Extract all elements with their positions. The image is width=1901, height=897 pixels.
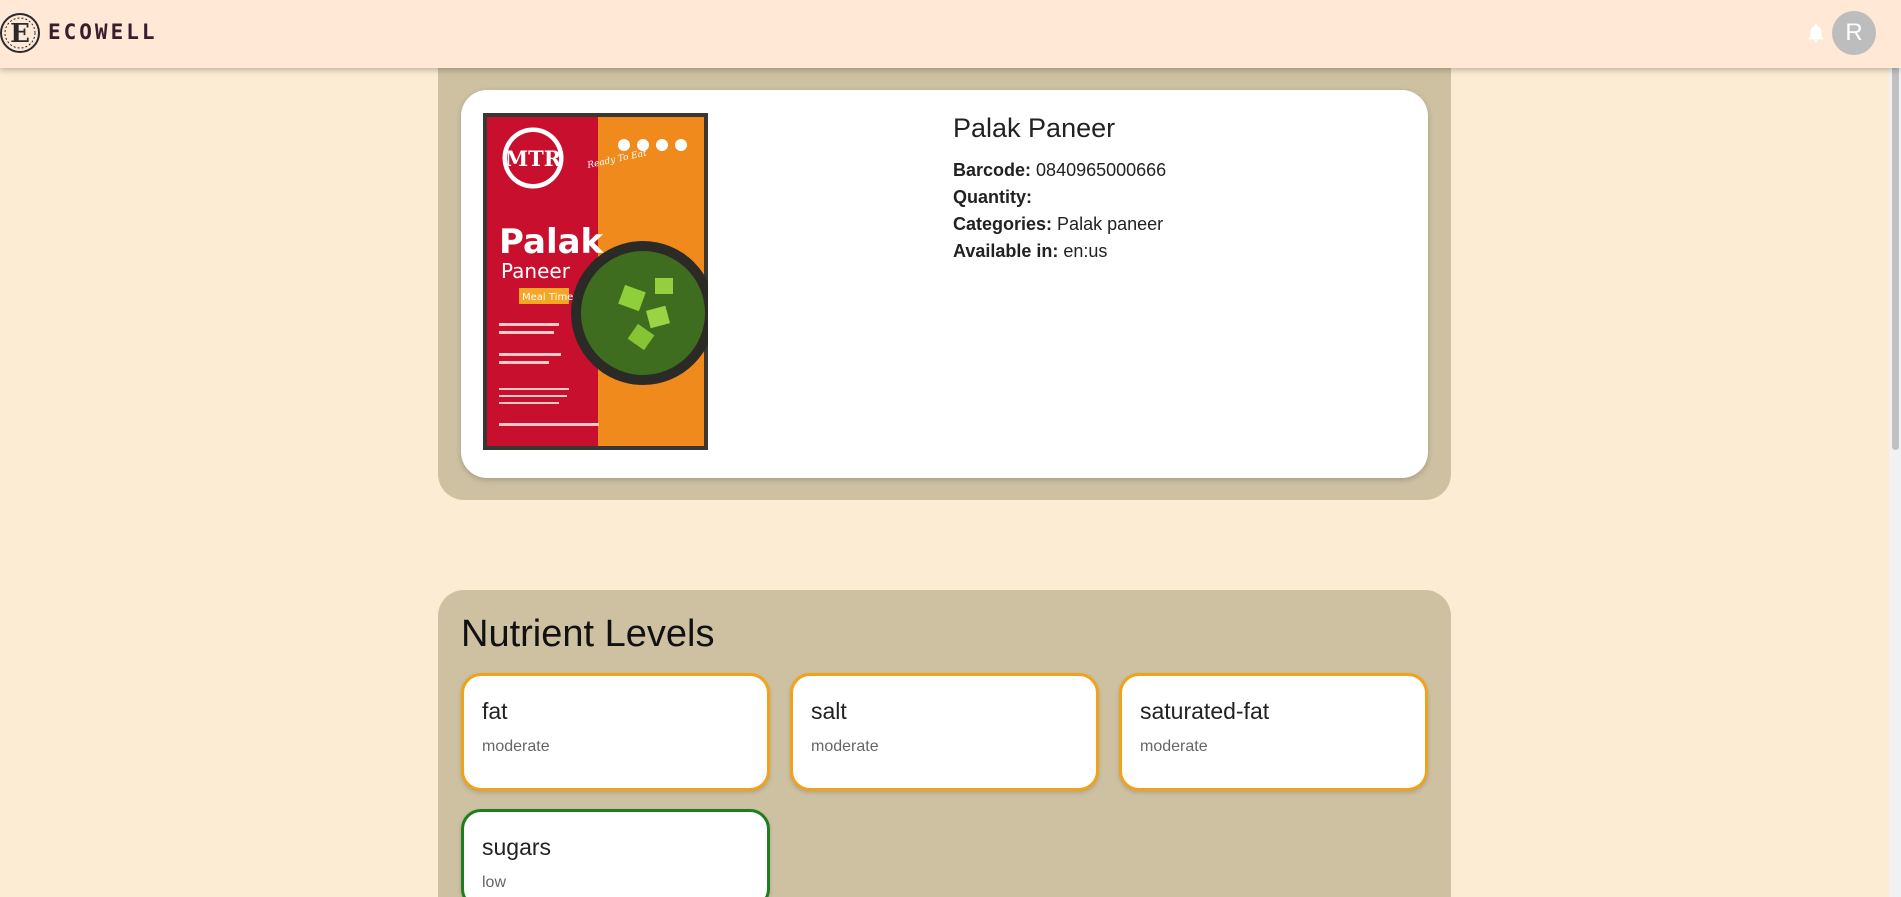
quantity-row: Quantity:	[953, 187, 1032, 208]
svg-text:Paneer: Paneer	[501, 259, 571, 283]
nutrient-name: saturated-fat	[1140, 698, 1270, 724]
brand-name[interactable]: ECOWELL	[48, 20, 158, 44]
nutrient-card-salt[interactable]: salt moderate	[790, 673, 1099, 791]
top-app-bar: E ECOWELL R	[0, 0, 1901, 68]
available-value: en:us	[1063, 241, 1108, 261]
categories-label: Categories:	[953, 214, 1053, 234]
svg-text:E: E	[10, 19, 30, 49]
nutrient-level: low	[482, 874, 507, 891]
svg-text:Palak: Palak	[499, 222, 605, 262]
nutrient-card-saturated-fat[interactable]: saturated-fat moderate	[1119, 673, 1428, 791]
nutrient-name: sugars	[482, 834, 552, 860]
quantity-label: Quantity:	[953, 187, 1032, 207]
scrollbar-thumb[interactable]	[1892, 30, 1899, 450]
svg-text:Meal Time: Meal Time	[522, 292, 573, 303]
categories-row: Categories: Palak paneer	[953, 214, 1163, 235]
barcode-value: 0840965000666	[1036, 160, 1167, 180]
nutrient-level: moderate	[482, 738, 550, 755]
nutrient-level: moderate	[811, 738, 879, 755]
available-row: Available in: en:us	[953, 241, 1107, 262]
user-avatar[interactable]: R	[1832, 11, 1876, 55]
notification-bell-icon[interactable]	[1805, 22, 1827, 44]
nutrient-name: salt	[811, 698, 847, 724]
barcode-label: Barcode:	[953, 160, 1032, 180]
nutrient-name: fat	[482, 698, 508, 724]
product-name: Palak Paneer	[953, 113, 1116, 143]
barcode-row: Barcode: 0840965000666	[953, 160, 1166, 181]
nutrient-levels-title: Nutrient Levels	[461, 613, 715, 655]
nutrient-card-fat[interactable]: fat moderate	[461, 673, 770, 791]
available-label: Available in:	[953, 241, 1059, 261]
product-image: MTR Ready To Eat Palak Paneer Meal Time	[483, 113, 708, 450]
categories-value: Palak paneer	[1057, 214, 1164, 234]
ecowell-logo-icon[interactable]: E	[0, 8, 42, 58]
svg-text:MTR: MTR	[505, 146, 562, 171]
nutrient-level: moderate	[1140, 738, 1208, 755]
nutrient-card-sugars[interactable]: sugars low	[461, 809, 770, 897]
